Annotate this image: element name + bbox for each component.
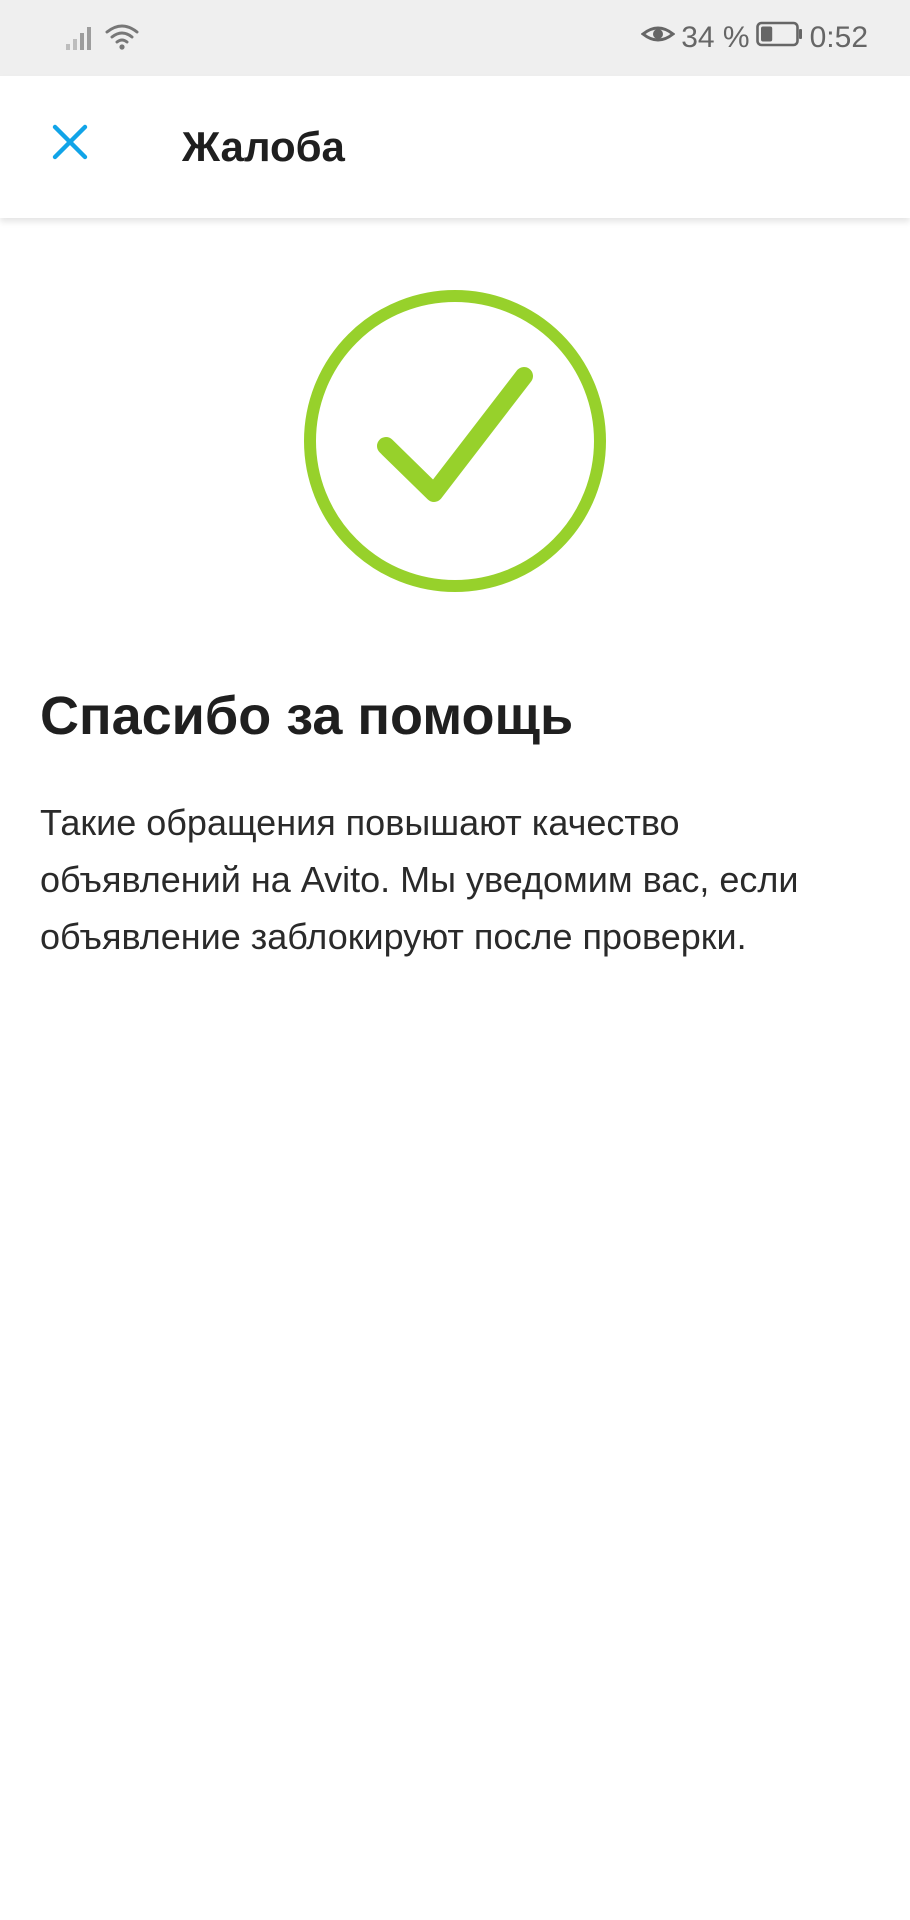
signal-icon	[64, 22, 94, 57]
status-left	[64, 22, 140, 57]
app-bar: Жалоба	[0, 76, 910, 218]
eye-icon	[640, 18, 676, 58]
status-bar: 34 % 0:52	[0, 0, 910, 76]
status-right: 34 % 0:52	[640, 18, 868, 58]
page-title: Жалоба	[182, 123, 345, 170]
battery-percent: 34 %	[681, 21, 750, 54]
success-message: Такие обращения повышают качество объявл…	[40, 802, 799, 957]
close-button[interactable]	[36, 110, 104, 178]
close-icon	[50, 122, 90, 167]
check-circle-icon	[302, 288, 608, 594]
battery-icon	[755, 18, 804, 58]
success-heading: Спасибо за помощь	[40, 686, 574, 746]
clock: 0:52	[809, 21, 868, 54]
wifi-icon	[104, 22, 140, 57]
